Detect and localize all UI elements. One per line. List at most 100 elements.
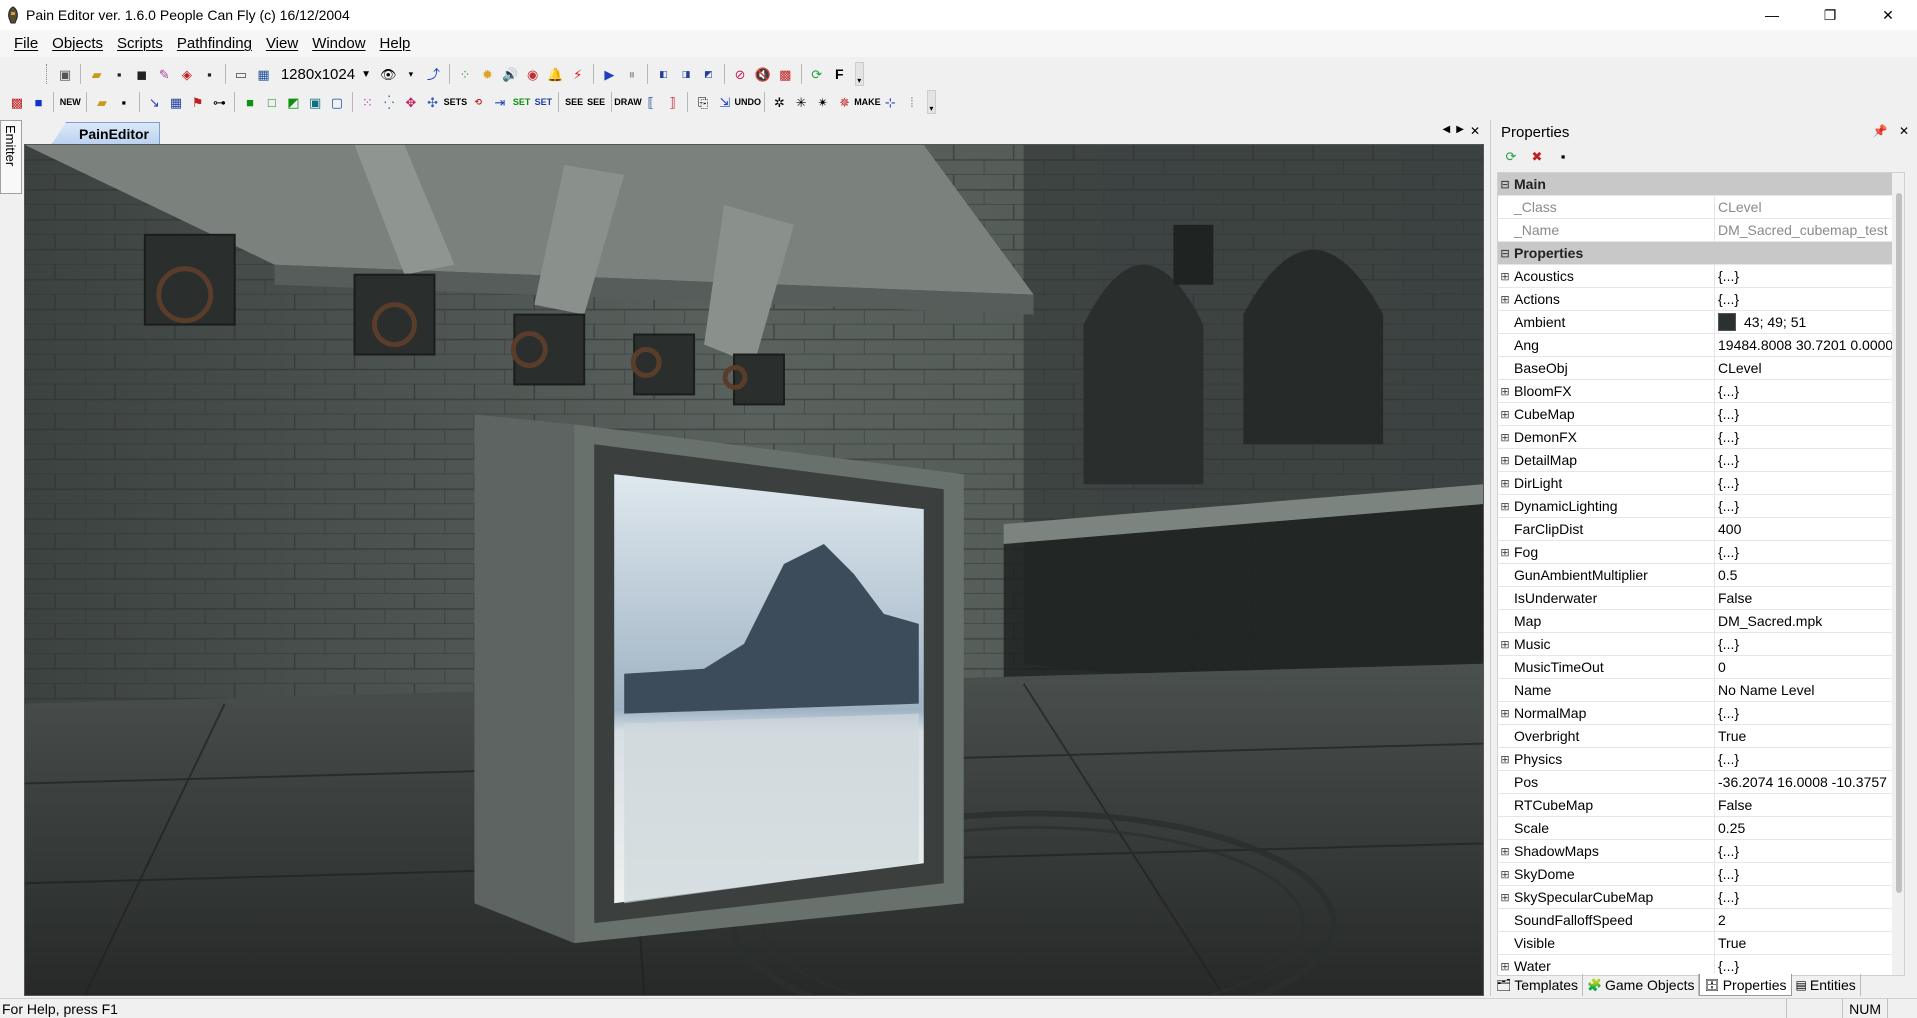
save-icon[interactable]: ▪ — [1553, 146, 1573, 166]
property-value-cell[interactable]: DM_Sacred_cubemap_test — [1715, 219, 1904, 241]
property-row[interactable]: ⊞ Actions {...} — [1498, 288, 1904, 311]
property-row[interactable]: Scale 0.25 — [1498, 817, 1904, 840]
refresh-doc-icon[interactable]: ⟳ — [807, 64, 826, 84]
pause-icon[interactable]: ⏸ — [623, 64, 642, 84]
toolbar-overflow-icon[interactable]: ▾ — [926, 90, 936, 114]
property-value-cell[interactable]: 2 — [1715, 909, 1904, 931]
menu-file[interactable]: File — [14, 35, 38, 52]
property-value-cell[interactable]: {...} — [1715, 541, 1904, 563]
property-value-cell[interactable]: {...} — [1715, 886, 1904, 908]
menu-pathfinding[interactable]: Pathfinding — [177, 35, 252, 52]
property-row[interactable]: ⊞ Music {...} — [1498, 633, 1904, 656]
expand-icon[interactable]: ⊞ — [1498, 955, 1512, 975]
crosshair-icon[interactable]: ✴ — [814, 92, 832, 112]
paste-icon[interactable]: ⇲ — [716, 92, 734, 112]
property-row[interactable]: Ang 19484.8008 30.7201 0.0000 — [1498, 334, 1904, 357]
resolution-combo[interactable]: 1280x1024 ▼ — [281, 66, 371, 83]
see-label-button[interactable]: SEE — [565, 92, 583, 112]
property-row[interactable]: GunAmbientMultiplier 0.5 — [1498, 564, 1904, 587]
property-row[interactable]: ⊞ Fog {...} — [1498, 541, 1904, 564]
sets-label-button[interactable]: SETS — [444, 92, 468, 112]
wand-icon[interactable]: ✎ — [155, 64, 174, 84]
blue-square-icon[interactable]: ■ — [30, 92, 48, 112]
rebuild-icon[interactable]: ⟲ — [469, 92, 487, 112]
scroll-left-icon[interactable]: ◀ — [1443, 124, 1451, 138]
tab-entities[interactable]: ▤ Entities — [1792, 974, 1861, 996]
collapse-icon[interactable]: ⊟ — [1498, 242, 1512, 264]
pin-icon[interactable]: 📌 — [1873, 124, 1888, 138]
expand-icon[interactable]: ⊞ — [1498, 541, 1512, 563]
checker-icon[interactable]: ▦ — [167, 92, 185, 112]
property-row[interactable]: Visible True — [1498, 932, 1904, 955]
pointer-tool-icon[interactable]: ⤴ — [424, 64, 443, 84]
diagonal-icon[interactable]: ◩ — [285, 92, 303, 112]
property-value-cell[interactable]: -36.2074 16.0008 -10.3757 — [1715, 771, 1904, 793]
expand-icon[interactable]: ⊞ — [1498, 702, 1512, 724]
property-value-cell[interactable]: {...} — [1715, 426, 1904, 448]
tab-paineditor[interactable]: PainEditor — [52, 122, 161, 144]
color-swatch[interactable] — [1718, 313, 1736, 331]
tab-game-objects[interactable]: 🧩 Game Objects — [1583, 974, 1700, 996]
property-value-cell[interactable]: {...} — [1715, 495, 1904, 517]
property-value-cell[interactable]: 0.25 — [1715, 817, 1904, 839]
expand-icon[interactable]: ⊞ — [1498, 472, 1512, 494]
play-icon[interactable]: ▶ — [600, 64, 619, 84]
property-row[interactable]: ⊞ SkySpecularCubeMap {...} — [1498, 886, 1904, 909]
grid-scrollbar[interactable] — [1892, 173, 1904, 975]
property-row[interactable]: _Name DM_Sacred_cubemap_test — [1498, 219, 1904, 242]
menu-help[interactable]: Help — [380, 35, 411, 52]
eye-dropdown-icon[interactable]: ▾ — [402, 64, 421, 84]
property-row[interactable]: ⊞ DetailMap {...} — [1498, 449, 1904, 472]
category-properties[interactable]: ⊟ Properties — [1498, 242, 1904, 265]
property-row[interactable]: Map DM_Sacred.mpk — [1498, 610, 1904, 633]
tab-properties[interactable]: 🗄 Properties — [1699, 974, 1792, 996]
see-alt-button[interactable]: SEE — [587, 92, 605, 112]
expand-icon[interactable]: ⊞ — [1498, 449, 1512, 471]
window-icon[interactable]: ▭ — [232, 64, 251, 84]
scatter-blue-icon[interactable]: ⁛ — [380, 92, 398, 112]
expand-icon[interactable]: ⊞ — [1498, 288, 1512, 310]
property-value-cell[interactable]: {...} — [1715, 702, 1904, 724]
property-value-cell[interactable]: CLevel — [1715, 357, 1904, 379]
dotted-grid-icon[interactable]: ⁞ — [903, 92, 921, 112]
expand-icon[interactable]: ⊞ — [1498, 403, 1512, 425]
particles-icon[interactable]: ⁘ — [456, 64, 475, 84]
property-value-cell[interactable]: {...} — [1715, 380, 1904, 402]
property-value-cell[interactable]: {...} — [1715, 449, 1904, 471]
open-folder-icon[interactable]: ▰ — [93, 92, 111, 112]
property-value-cell[interactable]: {...} — [1715, 265, 1904, 287]
property-row[interactable]: ⊞ ShadowMaps {...} — [1498, 840, 1904, 863]
property-value-cell[interactable]: {...} — [1715, 472, 1904, 494]
delete-icon[interactable]: ✖ — [1527, 146, 1547, 166]
property-value-cell[interactable]: {...} — [1715, 633, 1904, 655]
minimize-button[interactable]: — — [1743, 0, 1801, 30]
menu-scripts[interactable]: Scripts — [117, 35, 163, 52]
property-row[interactable]: RTCubeMap False — [1498, 794, 1904, 817]
restore-button[interactable]: ❐ — [1801, 0, 1859, 30]
lsh-icon[interactable]: ◩ — [699, 64, 718, 84]
bracket-alt-icon[interactable]: ⟧ — [664, 92, 682, 112]
property-row[interactable]: ⊞ Acoustics {...} — [1498, 265, 1904, 288]
property-row[interactable]: Name No Name Level — [1498, 679, 1904, 702]
sound-icon[interactable]: 🔊 — [501, 64, 520, 84]
scroll-right-icon[interactable]: ▶ — [1456, 124, 1464, 138]
collapse-icon[interactable]: ⊟ — [1498, 173, 1512, 195]
no-entry-icon[interactable]: ⊘ — [731, 64, 750, 84]
expand-icon[interactable]: ⊞ — [1498, 863, 1512, 885]
expand-icon[interactable]: ⊞ — [1498, 840, 1512, 862]
property-row[interactable]: _Class CLevel — [1498, 196, 1904, 219]
property-row[interactable]: ⊞ Water {...} — [1498, 955, 1904, 975]
draw-button[interactable]: DRAW — [614, 92, 642, 112]
property-row[interactable]: Pos -36.2074 16.0008 -10.3757 — [1498, 771, 1904, 794]
menu-objects[interactable]: Objects — [52, 35, 103, 52]
gear-alt-icon[interactable]: ✳ — [792, 92, 810, 112]
property-value-cell[interactable]: {...} — [1715, 288, 1904, 310]
property-row[interactable]: Ambient 43; 49; 51 — [1498, 311, 1904, 334]
property-value-cell[interactable]: {...} — [1715, 840, 1904, 862]
expand-icon[interactable]: ⊞ — [1498, 265, 1512, 287]
light-icon[interactable]: ✹ — [478, 64, 497, 84]
undo-button[interactable]: UNDO — [734, 92, 761, 112]
close-tab-icon[interactable]: ✕ — [1470, 124, 1480, 138]
eye-icon[interactable]: 👁 — [379, 64, 398, 84]
new-label-button[interactable]: NEW — [60, 92, 81, 112]
